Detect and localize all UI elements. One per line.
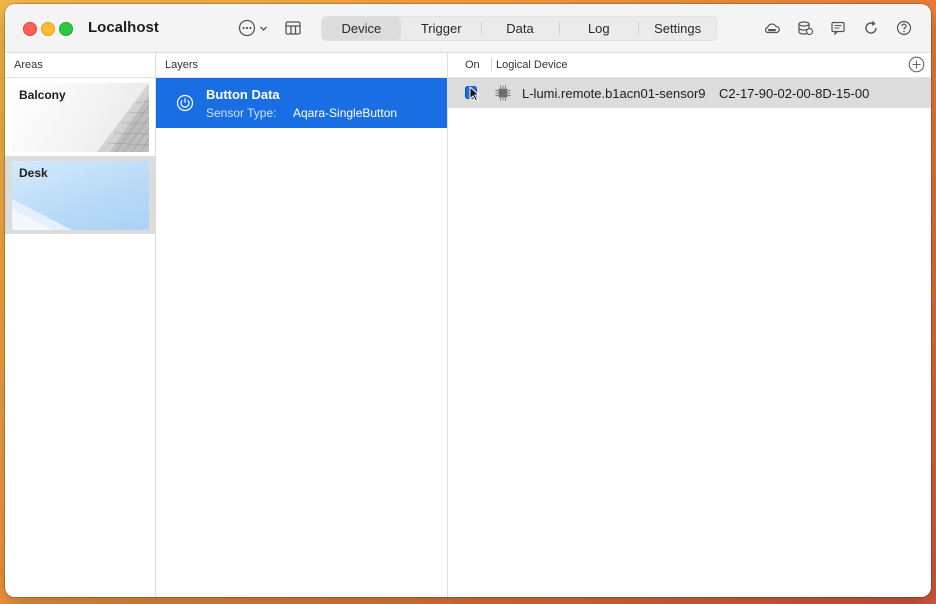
- on-column-header: On: [465, 59, 480, 71]
- tab-trigger[interactable]: Trigger: [402, 16, 481, 41]
- main-tab-bar: Device Trigger Data Log Settings: [321, 16, 717, 41]
- close-window-button[interactable]: [23, 22, 37, 36]
- area-item-balcony[interactable]: Balcony: [5, 78, 155, 156]
- mqtt-cloud-icon: [764, 23, 780, 34]
- more-icon: [238, 19, 256, 37]
- layout-icon: [285, 21, 301, 35]
- zoom-window-button[interactable]: [59, 22, 73, 36]
- layer-title: Button Data: [206, 87, 280, 102]
- device-mac-address: C2-17-90-02-00-8D-15-00: [719, 86, 870, 101]
- tab-device[interactable]: Device: [322, 17, 401, 40]
- area-thumbnail: Desk: [12, 161, 149, 230]
- add-device-button[interactable]: [908, 56, 925, 73]
- devices-header: On Logical Device: [448, 53, 931, 78]
- refresh-icon: [865, 21, 877, 34]
- areas-pane: Areas Balcony Desk: [5, 53, 156, 597]
- title-bar: Localhost Device Trigger Data Log Settin…: [5, 4, 931, 53]
- app-window: Localhost Device Trigger Data Log Settin…: [5, 4, 931, 597]
- message-button[interactable]: [829, 19, 847, 37]
- area-item-desk[interactable]: Desk: [5, 156, 155, 234]
- refresh-button[interactable]: [862, 19, 880, 37]
- help-icon: [896, 20, 912, 36]
- layers-pane: Layers Button Data Sensor Type: Aqara-Si…: [156, 53, 448, 597]
- column-divider: [491, 58, 492, 71]
- database-icon: [798, 21, 814, 36]
- help-button[interactable]: [895, 19, 913, 37]
- layer-sensor-type-label: Sensor Type:: [206, 106, 277, 120]
- tab-log[interactable]: Log: [559, 16, 638, 41]
- layout-button[interactable]: [283, 18, 303, 38]
- logical-device-column-header: Logical Device: [496, 59, 568, 71]
- plus-circle-icon: [908, 56, 925, 73]
- areas-header-label: Areas: [14, 59, 43, 71]
- mqtt-cloud-button[interactable]: [763, 19, 781, 37]
- tab-settings[interactable]: Settings: [638, 16, 717, 41]
- area-label: Desk: [19, 166, 48, 180]
- chip-icon: [495, 85, 511, 101]
- device-row[interactable]: L-lumi.remote.b1acn01-sensor9 C2-17-90-0…: [448, 78, 931, 108]
- power-icon: [176, 94, 194, 112]
- area-thumbnail: Balcony: [12, 83, 149, 152]
- layers-header-label: Layers: [165, 59, 199, 71]
- more-menu-button[interactable]: [233, 16, 273, 40]
- layer-sensor-type-value: Aqara-SingleButton: [293, 106, 398, 120]
- area-label: Balcony: [19, 88, 66, 102]
- minimize-window-button[interactable]: [41, 22, 55, 36]
- mouse-cursor-icon: [469, 86, 481, 102]
- devices-pane: On Logical Device L-lumi.remote.b1acn01-…: [448, 53, 931, 597]
- message-icon: [831, 21, 845, 36]
- content-panes: Areas Balcony Desk Layers Button Data Se…: [5, 53, 931, 597]
- tab-data[interactable]: Data: [480, 16, 560, 41]
- database-button[interactable]: [796, 19, 814, 37]
- window-title: Localhost: [88, 19, 159, 36]
- device-name: L-lumi.remote.b1acn01-sensor9: [522, 86, 706, 101]
- areas-header: Areas: [5, 53, 155, 78]
- layers-header: Layers: [156, 53, 447, 78]
- chevron-down-icon: [260, 26, 267, 31]
- layer-item-button-data[interactable]: Button Data Sensor Type: Aqara-SingleBut…: [156, 78, 447, 128]
